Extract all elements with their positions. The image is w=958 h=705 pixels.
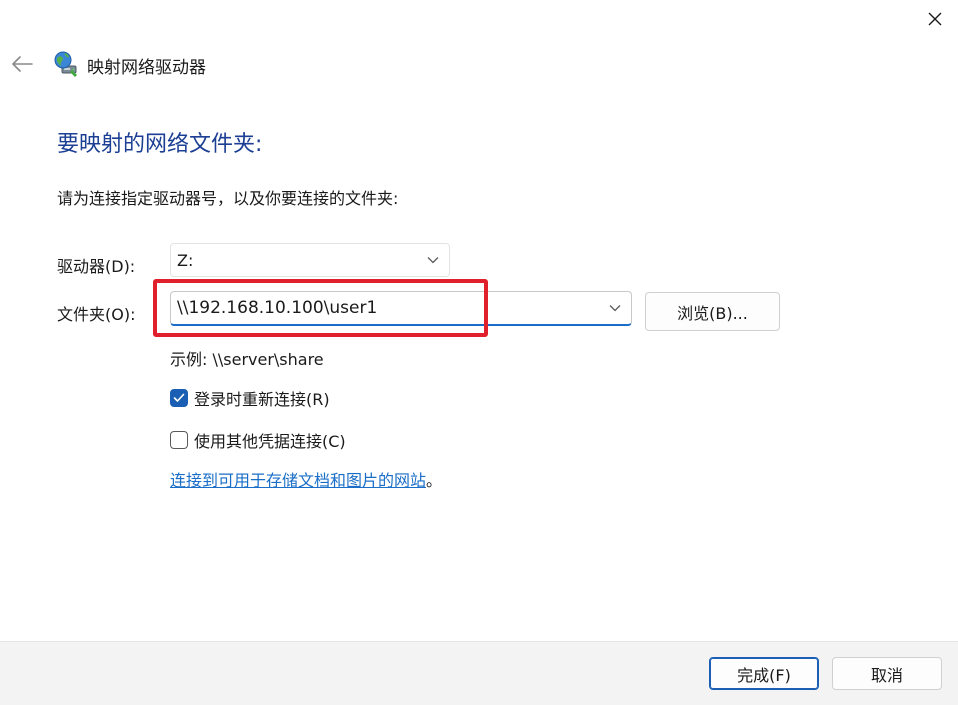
other-credentials-label: 使用其他凭据连接(C): [194, 432, 346, 451]
finish-button[interactable]: 完成(F): [709, 657, 819, 690]
reconnect-checkbox[interactable]: [170, 389, 188, 407]
website-link-row: 连接到可用于存储文档和图片的网站。: [170, 467, 442, 491]
drive-label: 驱动器(D):: [57, 257, 136, 276]
instruction-text: 请为连接指定驱动器号，以及你要连接的文件夹:: [57, 189, 399, 208]
example-text: 示例: \\server\share: [170, 350, 324, 369]
network-drive-icon: [54, 51, 77, 77]
window-title: 映射网络驱动器: [87, 58, 206, 78]
drive-letter-value: Z:: [177, 250, 194, 270]
other-credentials-checkbox[interactable]: [170, 431, 188, 449]
close-icon: [928, 12, 942, 26]
back-button[interactable]: [8, 50, 36, 78]
folder-label: 文件夹(O):: [57, 305, 136, 324]
close-button[interactable]: [912, 0, 958, 38]
link-suffix: 。: [426, 471, 443, 490]
website-link[interactable]: 连接到可用于存储文档和图片的网站: [170, 471, 426, 490]
cancel-button[interactable]: 取消: [832, 657, 942, 690]
back-arrow-icon: [12, 56, 33, 72]
other-credentials-option[interactable]: 使用其他凭据连接(C): [170, 428, 346, 452]
folder-combobox: [170, 291, 632, 326]
chevron-down-icon: [427, 257, 439, 264]
map-network-drive-dialog: 映射网络驱动器 要映射的网络文件夹: 请为连接指定驱动器号，以及你要连接的文件夹…: [0, 0, 958, 705]
reconnect-label: 登录时重新连接(R): [194, 390, 330, 409]
browse-button[interactable]: 浏览(B)...: [645, 292, 780, 331]
drive-letter-dropdown[interactable]: Z:: [170, 243, 450, 277]
reconnect-option[interactable]: 登录时重新连接(R): [170, 386, 330, 410]
checkmark-icon: [173, 393, 185, 402]
chevron-down-icon[interactable]: [609, 304, 621, 312]
page-heading: 要映射的网络文件夹:: [57, 132, 263, 157]
folder-input[interactable]: [177, 298, 577, 318]
